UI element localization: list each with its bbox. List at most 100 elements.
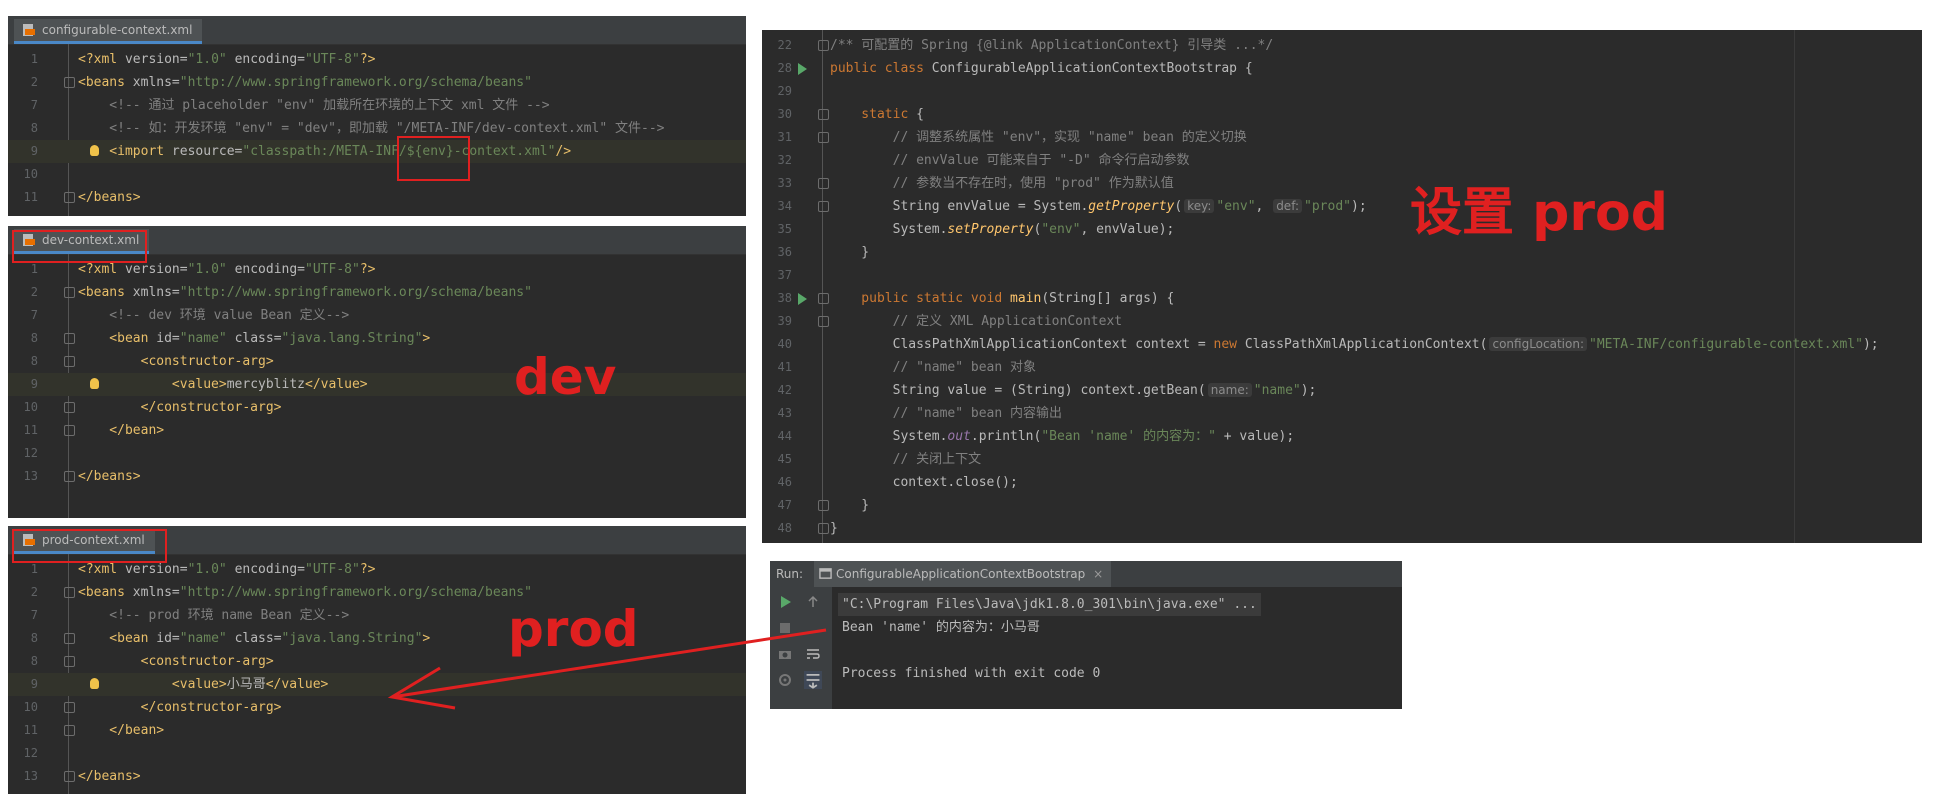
run-gutter-icon[interactable] [798,293,807,305]
code-line[interactable]: 9 <value>mercyblitz</value> [8,373,746,396]
fold-icon[interactable] [64,356,75,367]
fold-icon[interactable] [64,656,75,667]
code-line[interactable]: 34 String envValue = System.getProperty(… [762,195,1922,218]
code-line[interactable]: 30 static { [762,103,1922,126]
code-line[interactable]: 40 ClassPathXmlApplicationContext contex… [762,333,1922,356]
code-token: <!-- dev 环境 value Bean 定义--> [78,308,350,323]
line-number: 39 [777,314,792,328]
fold-icon[interactable] [64,192,75,203]
run-tool-window: Run: ConfigurableApplicationContextBoots… [770,561,1402,709]
fold-icon[interactable] [818,201,829,212]
fold-icon[interactable] [64,425,75,436]
code-line[interactable]: 8 <bean id="name" class="java.lang.Strin… [8,327,746,350]
code-line[interactable]: 36 } [762,241,1922,264]
fold-icon[interactable] [64,725,75,736]
line-number: 12 [23,746,38,760]
code-token: <!-- 如：开发环境 "env" = "dev"，即加载 "/META-INF… [78,121,665,136]
configurable-context-editor: configurable-context.xml 1 <?xml version=… [8,16,746,216]
close-icon[interactable]: × [1093,567,1103,581]
fold-icon[interactable] [64,702,75,713]
code-line[interactable]: 42 String value = (String) context.getBe… [762,379,1922,402]
fold-icon[interactable] [818,293,829,304]
code-text: context.close(); [830,471,1018,494]
code-line[interactable]: 43 // "name" bean 内容输出 [762,402,1922,425]
code-area[interactable]: 22 /** 可配置的 Spring {@link ApplicationCont… [762,34,1922,543]
fold-icon[interactable] [64,77,75,88]
console-output[interactable]: "C:\Program Files\Java\jdk1.8.0_301\bin\… [770,587,1402,709]
code-area[interactable]: 1 <?xml version="1.0" encoding="UTF-8"?> 2… [8,258,746,518]
run-tab[interactable]: ConfigurableApplicationContextBootstrap … [814,561,1112,587]
run-gutter-icon[interactable] [798,63,807,75]
code-token: ClassPathXmlApplicationContext( [1244,337,1488,352]
code-token: "UTF-8" [305,262,360,277]
code-line[interactable]: 44 System.out.println("Bean 'name' 的内容为：… [762,425,1922,448]
code-line[interactable]: 37 [762,264,1922,287]
code-line[interactable]: 10 [8,163,746,186]
code-line[interactable]: 33 // 参数当不存在时，使用 "prod" 作为默认值 [762,172,1922,195]
code-area[interactable]: 1 <?xml version="1.0" encoding="UTF-8"?> 2… [8,558,746,794]
code-line[interactable]: 10 </constructor-arg> [8,696,746,719]
code-line[interactable]: 46 context.close(); [762,471,1922,494]
code-area[interactable]: 1 <?xml version="1.0" encoding="UTF-8"?> 2… [8,48,746,216]
code-line[interactable]: 47 } [762,494,1922,517]
fold-icon[interactable] [64,587,75,598]
code-line[interactable]: 1 <?xml version="1.0" encoding="UTF-8"?> [8,48,746,71]
code-line[interactable]: 28 public class ConfigurableApplicationCo… [762,57,1922,80]
fold-icon[interactable] [64,471,75,482]
fold-icon[interactable] [64,287,75,298]
fold-icon[interactable] [818,40,829,51]
code-line[interactable]: 10 </constructor-arg> [8,396,746,419]
code-line[interactable]: 32 // envValue 可能来自于 "-D" 命令行启动参数 [762,149,1922,172]
fold-icon[interactable] [818,109,829,120]
code-line[interactable]: 8 <constructor-arg> [8,350,746,373]
code-line[interactable]: 11 </beans> [8,186,746,209]
code-token: "java.lang.String" [281,631,423,646]
fold-icon[interactable] [64,333,75,344]
fold-icon[interactable] [64,402,75,413]
code-line[interactable]: 2 <beans xmlns="http://www.springframewor… [8,71,746,94]
code-line[interactable]: 8 <!-- 如：开发环境 "env" = "dev"，即加载 "/META-I… [8,117,746,140]
code-token: <bean [78,631,157,646]
fold-icon[interactable] [64,771,75,782]
code-token: // 参数当不存在时，使用 "prod" 作为默认值 [830,176,1174,191]
code-line[interactable]: 2 <beans xmlns="http://www.springframewor… [8,281,746,304]
code-line[interactable]: 38 public static void main(String[] args… [762,287,1922,310]
code-line[interactable]: 29 [762,80,1922,103]
line-number: 2 [30,75,38,89]
code-line[interactable]: 13 </beans> [8,465,746,488]
code-token: "UTF-8" [305,562,360,577]
code-line[interactable]: 9 <import resource="classpath:/META-INF/… [8,140,746,163]
code-text: <!-- dev 环境 value Bean 定义--> [78,304,349,327]
code-line[interactable]: 12 [8,742,746,765]
code-token: version= [124,562,188,577]
fold-icon[interactable] [818,500,829,511]
code-token: version= [124,262,188,277]
code-token: ClassPathXmlApplicationContext context = [830,337,1214,352]
code-line[interactable]: 13 </beans> [8,765,746,788]
code-line[interactable]: 9 <value>小马哥</value> [8,673,746,696]
code-line[interactable]: 39 // 定义 XML ApplicationContext [762,310,1922,333]
code-line[interactable]: 11 </bean> [8,419,746,442]
fold-icon[interactable] [818,132,829,143]
fold-icon[interactable] [64,633,75,644]
code-token: String value = (String) context.getBean( [830,383,1206,398]
run-tab-label: ConfigurableApplicationContextBootstrap [836,567,1086,581]
fold-icon[interactable] [818,316,829,327]
code-line[interactable]: 22 /** 可配置的 Spring {@link ApplicationCont… [762,34,1922,57]
fold-icon[interactable] [818,178,829,189]
code-token: "prod" [1304,199,1351,214]
code-line[interactable]: 11 </bean> [8,719,746,742]
fold-icon[interactable] [818,523,829,534]
code-text: System.setProperty("env", envValue); [830,218,1175,241]
code-line[interactable]: 7 <!-- 通过 placeholder "env" 加载所在环境的上下文 x… [8,94,746,117]
code-line[interactable]: 41 // "name" bean 对象 [762,356,1922,379]
tab-configurable-context-xml[interactable]: configurable-context.xml [14,19,203,44]
editor-tab-bar: configurable-context.xml [8,16,746,45]
code-line[interactable]: 48} [762,517,1922,540]
line-number: 8 [30,631,38,645]
code-line[interactable]: 31 // 调整系统属性 "env"，实现 "name" bean 的定义切换 [762,126,1922,149]
code-line[interactable]: 35 System.setProperty("env", envValue); [762,218,1922,241]
code-line[interactable]: 45 // 关闭上下文 [762,448,1922,471]
code-line[interactable]: 12 [8,442,746,465]
code-line[interactable]: 7 <!-- dev 环境 value Bean 定义--> [8,304,746,327]
